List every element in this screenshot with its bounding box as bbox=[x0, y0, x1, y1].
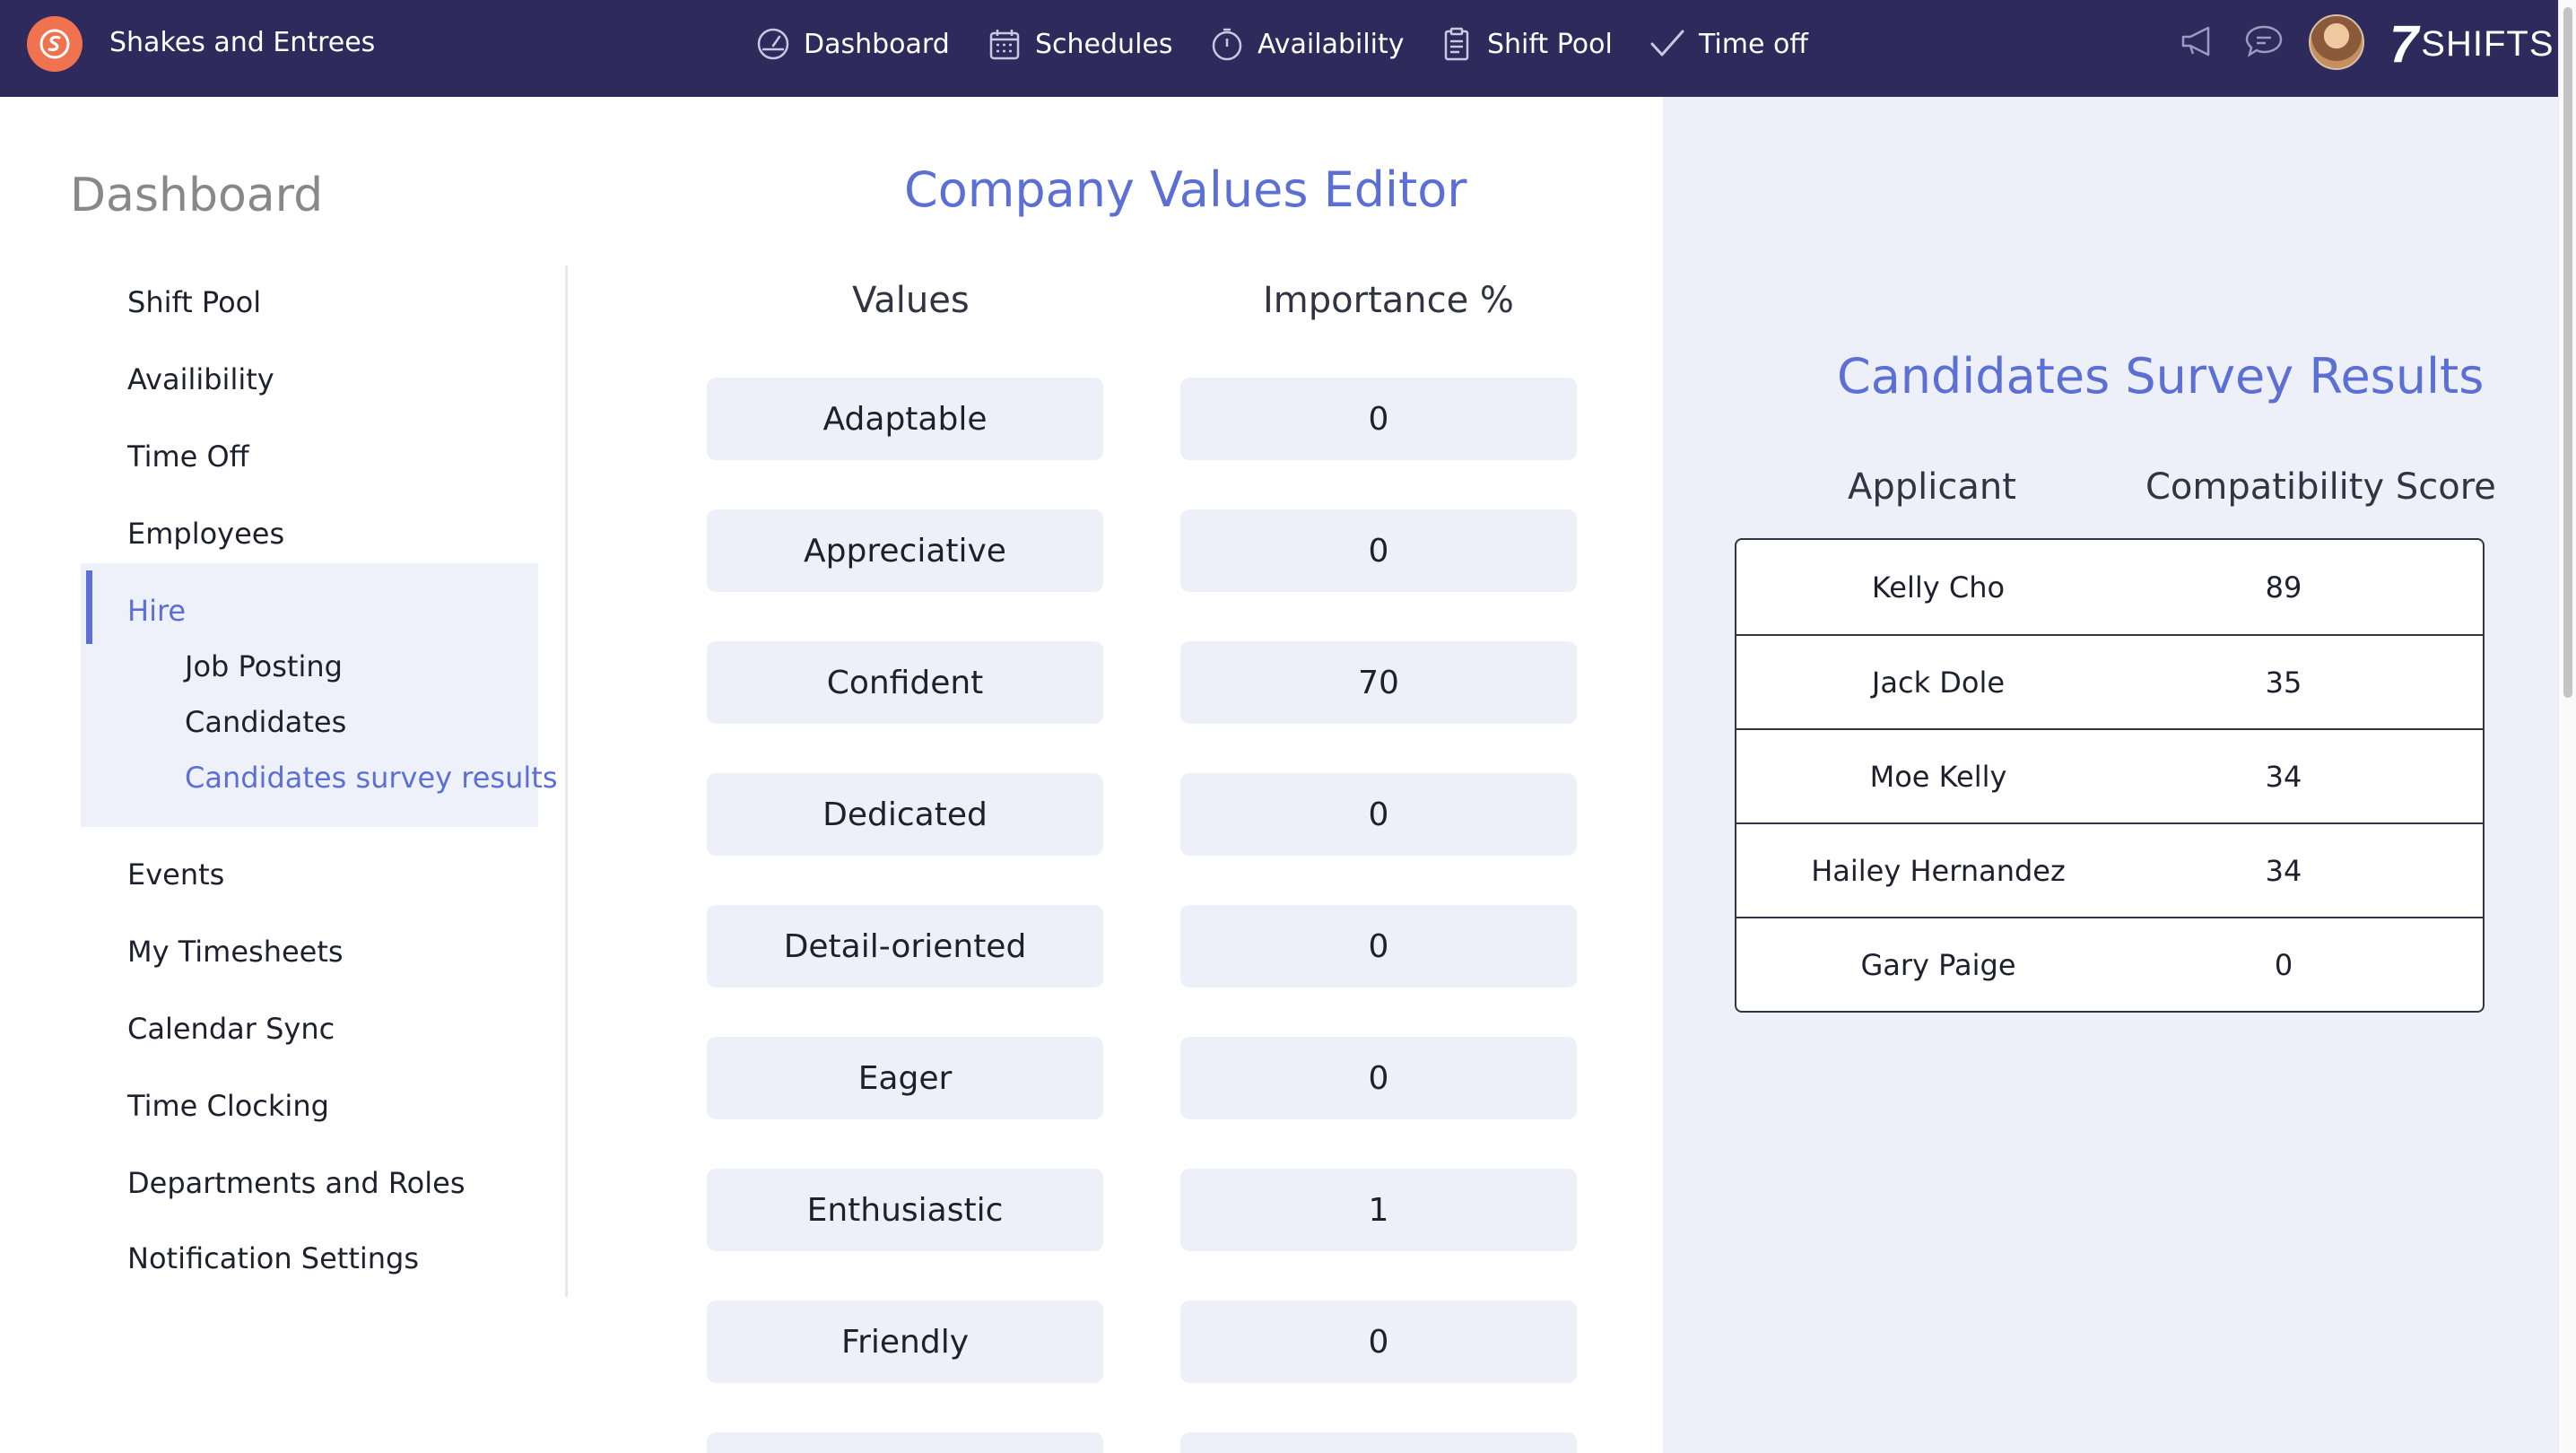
values-editor-title: Company Values Editor bbox=[904, 161, 1467, 218]
page-title: Dashboard bbox=[70, 169, 324, 222]
sidebar-item-notification-settings[interactable]: Notification Settings bbox=[127, 1241, 419, 1275]
sidebar-item-hire[interactable]: Hire bbox=[127, 594, 186, 628]
clipboard-icon bbox=[1444, 27, 1469, 61]
company-logo-icon[interactable] bbox=[27, 16, 83, 72]
sidebar-item-availability[interactable]: Availibility bbox=[127, 362, 274, 396]
applicant-name: Moe Kelly bbox=[1869, 759, 2007, 794]
scrollbar-thumb[interactable] bbox=[2563, 7, 2572, 698]
applicant-name: Gary Paige bbox=[1860, 947, 2016, 982]
nav-availability[interactable]: Availability bbox=[1209, 0, 1405, 88]
table-row[interactable]: Hailey Hernandez 34 bbox=[1736, 822, 2483, 917]
compatibility-score: 34 bbox=[2265, 853, 2302, 888]
applicant-name: Kelly Cho bbox=[1871, 570, 2006, 605]
sidebar-subitem-candidates-survey-results[interactable]: Candidates survey results bbox=[185, 761, 557, 795]
importance-input[interactable]: 0 bbox=[1180, 1037, 1577, 1119]
value-cell[interactable]: Dedicated bbox=[707, 773, 1103, 856]
compatibility-score: 35 bbox=[2265, 665, 2302, 700]
megaphone-icon[interactable] bbox=[2178, 20, 2221, 63]
value-cell[interactable] bbox=[707, 1432, 1103, 1453]
table-row[interactable]: Moe Kelly 34 bbox=[1736, 728, 2483, 822]
value-cell[interactable]: Appreciative bbox=[707, 509, 1103, 592]
nav-availability-label: Availability bbox=[1258, 28, 1405, 60]
stopwatch-icon bbox=[1212, 28, 1242, 61]
nav-shift-pool-label: Shift Pool bbox=[1487, 28, 1613, 60]
importance-input[interactable]: 70 bbox=[1180, 641, 1577, 724]
sidebar-item-time-clocking[interactable]: Time Clocking bbox=[127, 1089, 329, 1123]
importance-input[interactable]: 1 bbox=[1180, 1169, 1577, 1251]
avatar[interactable] bbox=[2309, 14, 2364, 70]
value-cell[interactable]: Confident bbox=[707, 641, 1103, 724]
compatibility-score: 0 bbox=[2274, 947, 2293, 982]
compatibility-score: 34 bbox=[2265, 759, 2302, 794]
sidebar-subitem-candidates[interactable]: Candidates bbox=[185, 705, 346, 739]
sidebar-item-employees[interactable]: Employees bbox=[127, 517, 284, 551]
table-row[interactable]: Jack Dole 35 bbox=[1736, 634, 2483, 728]
nav-schedules[interactable]: Schedules bbox=[987, 0, 1173, 88]
sidebar-item-my-timesheets[interactable]: My Timesheets bbox=[127, 935, 344, 969]
sidebar-subitem-job-posting[interactable]: Job Posting bbox=[185, 649, 343, 683]
applicant-column-header: Applicant bbox=[1848, 466, 2016, 508]
nav-dashboard-label: Dashboard bbox=[804, 28, 950, 60]
importance-input[interactable] bbox=[1180, 1432, 1577, 1453]
values-column-header: Values bbox=[852, 280, 970, 321]
sidebar-item-time-off[interactable]: Time Off bbox=[127, 439, 249, 474]
nav-dashboard[interactable]: Dashboard bbox=[755, 0, 950, 88]
sidebar-item-departments-and-roles[interactable]: Departments and Roles bbox=[127, 1166, 465, 1200]
page-scrollbar[interactable] bbox=[2558, 0, 2576, 1453]
compatibility-score: 89 bbox=[2265, 570, 2302, 605]
table-row[interactable]: Gary Paige 0 bbox=[1736, 917, 2483, 1011]
value-cell[interactable]: Eager bbox=[707, 1037, 1103, 1119]
top-navigation-bar: Shakes and Entrees Dashboard Schedules A… bbox=[0, 0, 2558, 97]
importance-input[interactable]: 0 bbox=[1180, 509, 1577, 592]
7shifts-logo[interactable]: 7 SHIFTS bbox=[2389, 14, 2553, 74]
applicant-name: Hailey Hernandez bbox=[1811, 853, 2066, 888]
importance-input[interactable]: 0 bbox=[1180, 773, 1577, 856]
applicant-name: Jack Dole bbox=[1871, 665, 2006, 700]
nav-time-off-label: Time off bbox=[1699, 28, 1808, 60]
chat-bubble-icon[interactable] bbox=[2242, 20, 2285, 63]
survey-results-table: Kelly Cho 89 Jack Dole 35 Moe Kelly 34 H… bbox=[1735, 538, 2485, 1013]
importance-input[interactable]: 0 bbox=[1180, 905, 1577, 988]
importance-input[interactable]: 0 bbox=[1180, 1301, 1577, 1383]
dashboard-gauge-icon bbox=[757, 28, 789, 60]
value-cell[interactable]: Friendly bbox=[707, 1301, 1103, 1383]
value-cell[interactable]: Adaptable bbox=[707, 378, 1103, 460]
value-cell[interactable]: Enthusiastic bbox=[707, 1169, 1103, 1251]
nav-shift-pool[interactable]: Shift Pool bbox=[1439, 0, 1613, 88]
7shifts-logo-text: SHIFTS bbox=[2421, 23, 2554, 64]
sidebar-item-shift-pool[interactable]: Shift Pool bbox=[127, 285, 261, 319]
sidebar-item-events[interactable]: Events bbox=[127, 857, 224, 892]
value-cell[interactable]: Detail-oriented bbox=[707, 905, 1103, 988]
7shifts-logo-seven: 7 bbox=[2389, 14, 2420, 74]
active-indicator-bar bbox=[86, 570, 92, 644]
survey-results-title: Candidates Survey Results bbox=[1837, 348, 2485, 405]
calendar-icon bbox=[989, 30, 1020, 60]
checkmark-icon bbox=[1650, 30, 1684, 57]
company-name[interactable]: Shakes and Entrees bbox=[109, 27, 375, 58]
importance-input[interactable]: 0 bbox=[1180, 378, 1577, 460]
sidebar-divider bbox=[565, 265, 568, 1297]
sidebar-item-calendar-sync[interactable]: Calendar Sync bbox=[127, 1012, 335, 1046]
importance-column-header: Importance % bbox=[1263, 280, 1514, 321]
table-row[interactable]: Kelly Cho 89 bbox=[1736, 540, 2483, 634]
score-column-header: Compatibility Score bbox=[2145, 466, 2496, 508]
nav-time-off[interactable]: Time off bbox=[1649, 0, 1808, 88]
nav-schedules-label: Schedules bbox=[1035, 28, 1173, 60]
